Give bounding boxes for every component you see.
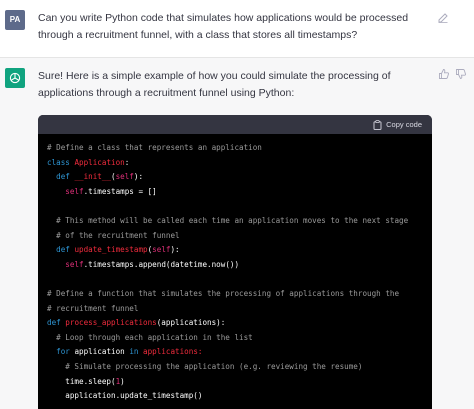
code-token: (applications):: [156, 318, 226, 328]
code-token: ): [120, 376, 125, 386]
copy-code-label: Copy code: [386, 120, 422, 129]
code-line: time.sleep(1): [47, 375, 427, 390]
assistant-message-text: Sure! Here is a simple example of how yo…: [38, 70, 391, 99]
code-token: class: [47, 157, 75, 167]
user-avatar: PA: [5, 10, 25, 30]
user-message-text: Can you write Python code that simulates…: [38, 12, 409, 41]
code-token: process_applications: [65, 318, 157, 328]
code-token: .timestamps.append(datetime.now()): [83, 259, 240, 269]
clipboard-icon: [373, 120, 382, 130]
code-token: for: [47, 347, 75, 357]
code-block: Copy code # Define a class that represen…: [38, 115, 432, 409]
code-line: # recruitment funnel: [47, 302, 427, 317]
user-message-row: PA Can you write Python code that simula…: [0, 0, 474, 58]
code-token: def: [47, 245, 75, 255]
code-token: ):: [170, 245, 180, 255]
openai-logo-icon: [9, 72, 21, 84]
code-line: # Loop through each application in the l…: [47, 331, 427, 346]
code-token: # Define a class that represents an appl…: [47, 143, 262, 152]
code-line: # Define a class that represents an appl…: [47, 141, 427, 156]
code-token: def: [47, 172, 75, 182]
code-line: application.update_timestamp(): [47, 389, 427, 404]
thumbs-up-icon[interactable]: [438, 68, 450, 80]
code-line: def process_applications(applications):: [47, 316, 427, 331]
thumbs-down-icon[interactable]: [455, 68, 467, 80]
code-line: for application in applications:: [47, 345, 427, 360]
code-line: # of the recruitment funnel: [47, 229, 427, 244]
code-token: time.sleep(: [47, 376, 116, 386]
code-token: self: [65, 186, 84, 196]
code-token: # Simulate processing the application (e…: [47, 361, 363, 371]
code-token: self: [115, 172, 134, 182]
code-token: # Define a function that simulates the p…: [47, 288, 400, 298]
assistant-avatar: [5, 68, 25, 88]
code-line: self.timestamps.append(datetime.now()): [47, 258, 427, 273]
code-token: ):: [133, 172, 144, 182]
code-line: self.timestamps = []: [47, 185, 427, 200]
code-token: self: [152, 245, 171, 255]
code-line: # Define a function that simulates the p…: [47, 287, 427, 302]
code-token: self: [65, 259, 84, 269]
code-line: # Simulate processing the application (e…: [47, 360, 427, 375]
code-line: class Application:: [47, 156, 427, 171]
code-line: def update_timestamp(self):: [47, 243, 427, 258]
copy-code-button[interactable]: Copy code: [373, 119, 422, 131]
code-token: def: [47, 318, 66, 328]
code-token: Application: [74, 157, 125, 167]
code-token: application: [74, 347, 130, 357]
code-line: # This method will be called each time a…: [47, 214, 427, 229]
code-token: application.update_timestamp(): [47, 391, 203, 401]
code-token: # recruitment funnel: [47, 303, 139, 313]
edit-icon[interactable]: [437, 12, 449, 24]
code-token: # This method will be called each time a…: [47, 215, 409, 225]
code-token: # of the recruitment funnel: [47, 230, 180, 240]
code-token: in: [129, 347, 144, 357]
code-token: # Loop through each application in the l…: [47, 332, 253, 342]
code-line: def __init__(self):: [47, 170, 427, 185]
code-header: Copy code: [38, 115, 432, 134]
assistant-message-row: Sure! Here is a simple example of how yo…: [0, 58, 474, 409]
code-token: update_timestamp: [74, 245, 148, 255]
code-content[interactable]: # Define a class that represents an appl…: [47, 141, 427, 404]
code-token: applications:: [143, 347, 203, 357]
code-token: __init__: [74, 172, 112, 182]
code-token: .timestamps = []: [83, 186, 157, 196]
code-token: :: [124, 157, 130, 167]
